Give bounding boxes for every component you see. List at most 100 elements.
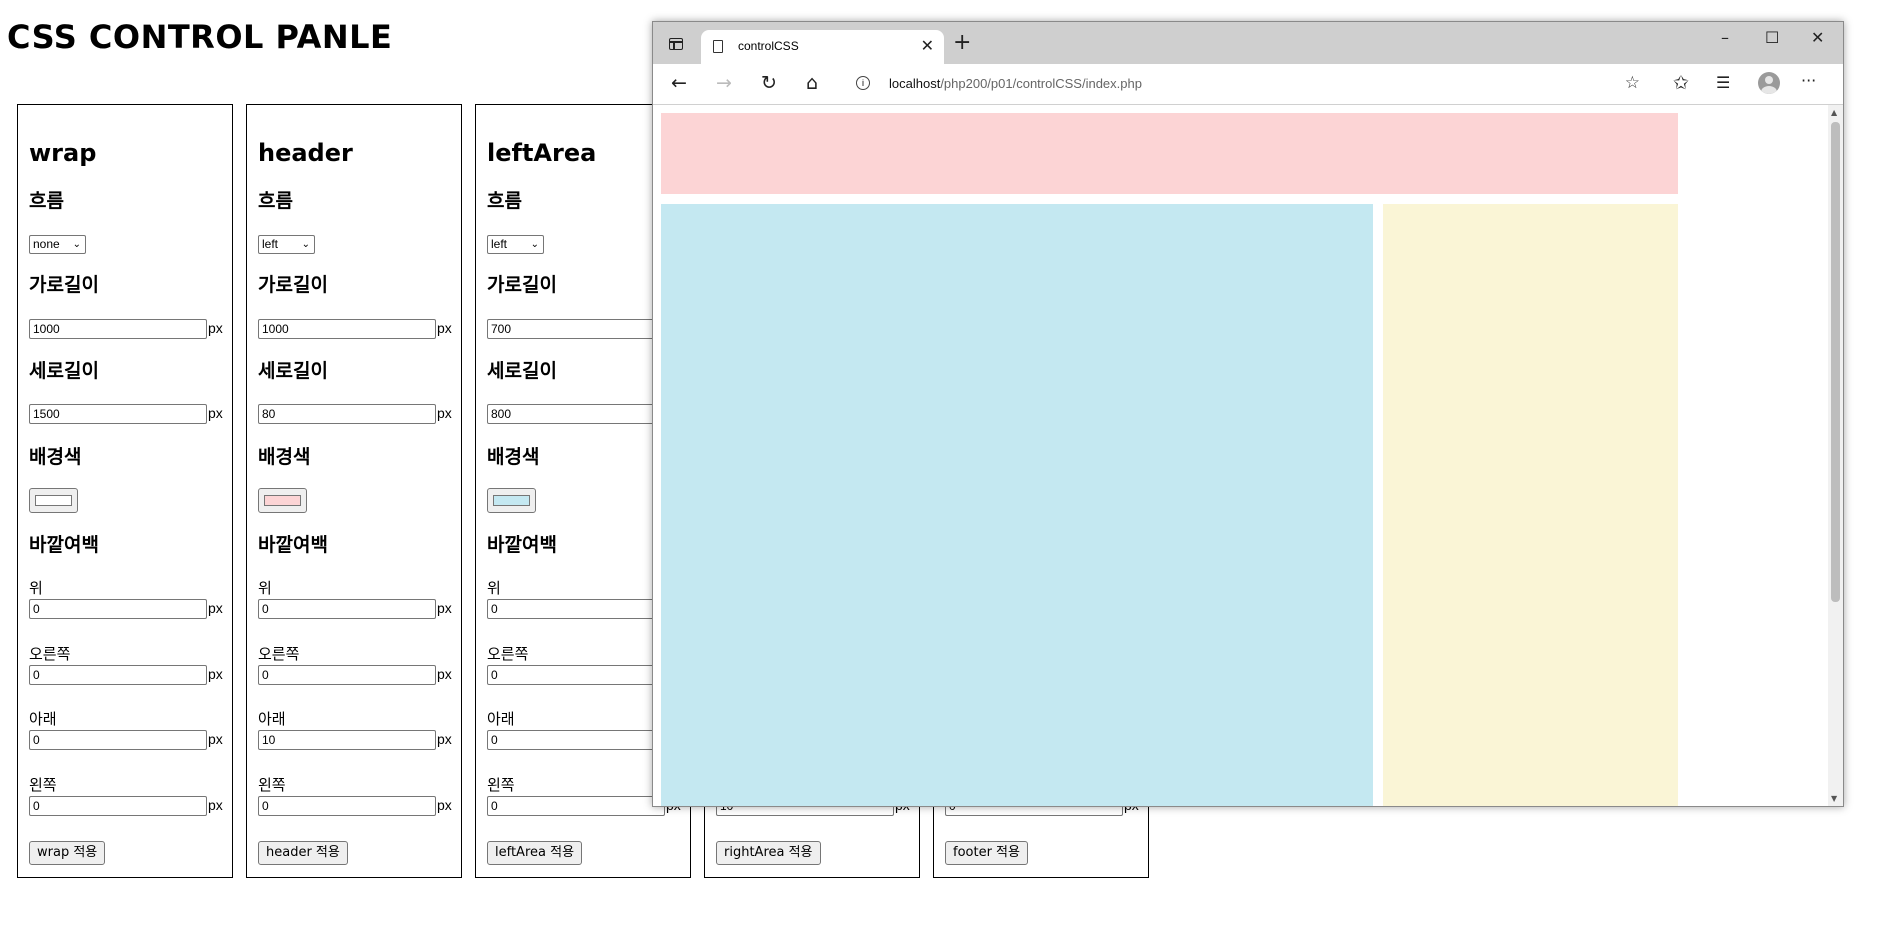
reload-icon[interactable]: ↻ <box>761 72 777 94</box>
panel-title: wrap <box>29 139 97 167</box>
scroll-thumb[interactable] <box>1831 122 1840 602</box>
margin-left-input[interactable]: 0 <box>29 796 207 816</box>
maximize-icon[interactable]: ☐ <box>1765 28 1779 47</box>
more-icon[interactable]: ··· <box>1801 70 1816 92</box>
margin-top-label: 위 <box>29 579 43 597</box>
margin-right-input[interactable]: 0 <box>258 665 436 685</box>
height-input[interactable]: 80 <box>258 404 436 424</box>
unit-label: px <box>437 600 452 616</box>
margin-label: 바깥여백 <box>487 534 557 556</box>
panel-title: header <box>258 139 353 167</box>
scroll-up-icon[interactable]: ▲ <box>1831 108 1837 117</box>
profile-avatar[interactable] <box>1758 72 1780 94</box>
float-select-value: left <box>262 237 279 251</box>
flow-label: 흐름 <box>487 190 522 212</box>
forward-icon[interactable]: → <box>716 72 732 94</box>
unit-label: px <box>437 405 452 421</box>
width-input[interactable]: 700 <box>487 319 665 339</box>
rightarea-apply-button[interactable]: rightArea 적용 <box>716 841 821 865</box>
height-label: 세로길이 <box>258 360 328 382</box>
bgcolor-label: 배경색 <box>487 446 540 468</box>
unit-label: px <box>437 797 452 813</box>
panel-title: leftArea <box>487 139 597 167</box>
wrap-apply-button[interactable]: wrap 적용 <box>29 841 106 865</box>
margin-top-label: 위 <box>487 579 501 597</box>
margin-top-input[interactable]: 0 <box>29 599 207 619</box>
page-title: CSS CONTROL PANLE <box>7 18 393 56</box>
chevron-down-icon: ⌄ <box>530 239 539 250</box>
margin-bottom-input[interactable]: 10 <box>258 730 436 750</box>
unit-label: px <box>208 405 223 421</box>
float-select[interactable]: none ⌄ <box>29 235 86 254</box>
width-label: 가로길이 <box>258 274 328 296</box>
margin-bottom-input[interactable]: 0 <box>29 730 207 750</box>
color-swatch <box>264 495 301 506</box>
navigation-bar: ← → ↻ ⌂ i localhost/php200/p01/controlCS… <box>653 64 1843 105</box>
panel-wrap: wrap 흐름 none ⌄ 가로길이 1000 px 세로길이 1500 px … <box>17 104 233 878</box>
header-box <box>661 113 1678 194</box>
margin-left-input[interactable]: 0 <box>258 796 436 816</box>
bgcolor-picker[interactable] <box>29 488 78 513</box>
favorites-icon[interactable]: ✩ <box>1673 72 1689 94</box>
bgcolor-picker[interactable] <box>487 488 536 513</box>
margin-right-input[interactable]: 0 <box>29 665 207 685</box>
leftarea-apply-button[interactable]: leftArea 적용 <box>487 841 583 865</box>
color-swatch <box>493 495 530 506</box>
color-swatch <box>35 495 72 506</box>
unit-label: px <box>437 731 452 747</box>
width-input[interactable]: 1000 <box>29 319 207 339</box>
address-bar[interactable]: i localhost/php200/p01/controlCSS/index.… <box>844 68 1648 100</box>
unit-label: px <box>437 666 452 682</box>
rightarea-box <box>1383 204 1678 806</box>
flow-label: 흐름 <box>258 190 293 212</box>
leftarea-box <box>661 204 1373 806</box>
margin-bottom-label: 아래 <box>29 710 57 728</box>
float-select-value: none <box>33 237 60 251</box>
tab-actions-icon[interactable] <box>669 38 683 50</box>
margin-top-label: 위 <box>258 579 272 597</box>
margin-bottom-input[interactable]: 0 <box>487 730 665 750</box>
close-tab-icon[interactable]: ✕ <box>921 36 934 55</box>
vertical-scrollbar[interactable]: ▲ ▼ <box>1828 105 1843 806</box>
flow-label: 흐름 <box>29 190 64 212</box>
float-select[interactable]: left ⌄ <box>258 235 315 254</box>
browser-window: controlCSS ✕ + – ☐ ✕ ← → ↻ ⌂ i localhost… <box>652 21 1844 807</box>
margin-right-label: 오른쪽 <box>258 645 300 663</box>
back-icon[interactable]: ← <box>671 72 687 94</box>
collections-icon[interactable]: ☰ <box>1716 72 1730 94</box>
minimize-icon[interactable]: – <box>1721 28 1729 47</box>
margin-bottom-label: 아래 <box>487 710 515 728</box>
margin-top-input[interactable]: 0 <box>258 599 436 619</box>
scroll-down-icon[interactable]: ▼ <box>1831 794 1837 803</box>
float-select-value: left <box>491 237 508 251</box>
bgcolor-picker[interactable] <box>258 488 307 513</box>
chevron-down-icon: ⌄ <box>72 239 81 250</box>
width-label: 가로길이 <box>29 274 99 296</box>
width-label: 가로길이 <box>487 274 557 296</box>
panel-header: header 흐름 left ⌄ 가로길이 1000 px 세로길이 80 px … <box>246 104 462 878</box>
home-icon[interactable]: ⌂ <box>806 72 818 94</box>
width-input[interactable]: 1000 <box>258 319 436 339</box>
height-label: 세로길이 <box>487 360 557 382</box>
info-icon[interactable]: i <box>856 76 870 90</box>
title-bar: controlCSS ✕ + – ☐ ✕ <box>653 22 1843 64</box>
unit-label: px <box>208 731 223 747</box>
unit-label: px <box>208 797 223 813</box>
height-input[interactable]: 800 <box>487 404 665 424</box>
height-input[interactable]: 1500 <box>29 404 207 424</box>
margin-right-input[interactable]: 0 <box>487 665 665 685</box>
margin-left-input[interactable]: 0 <box>487 796 665 816</box>
unit-label: px <box>208 666 223 682</box>
window-close-icon[interactable]: ✕ <box>1811 28 1824 47</box>
browser-tab[interactable]: controlCSS ✕ <box>701 30 944 64</box>
header-apply-button[interactable]: header 적용 <box>258 841 348 865</box>
page-viewport <box>653 105 1828 806</box>
margin-top-input[interactable]: 0 <box>487 599 665 619</box>
new-tab-icon[interactable]: + <box>953 32 971 54</box>
add-favorite-icon[interactable]: ☆ <box>1625 73 1640 93</box>
margin-label: 바깥여백 <box>258 534 328 556</box>
footer-apply-button[interactable]: footer 적용 <box>945 841 1028 865</box>
float-select[interactable]: left ⌄ <box>487 235 544 254</box>
unit-label: px <box>437 320 452 336</box>
margin-bottom-label: 아래 <box>258 710 286 728</box>
